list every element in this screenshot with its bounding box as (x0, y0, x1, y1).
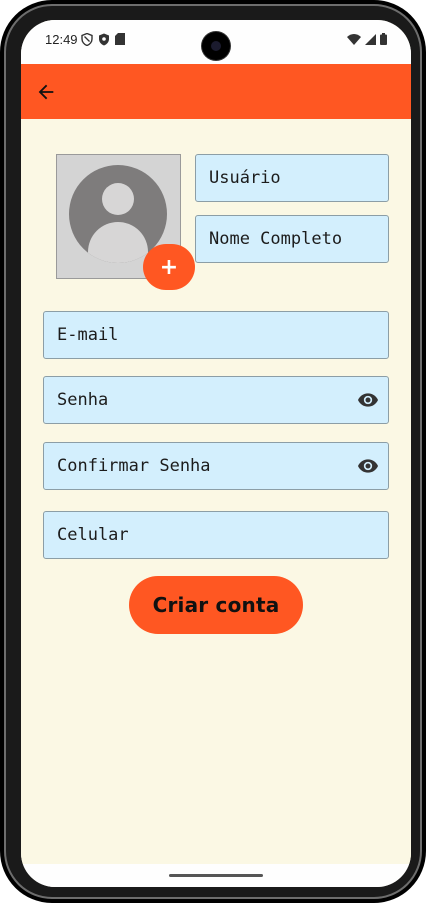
fullname-input[interactable] (196, 216, 388, 262)
wifi-icon (347, 33, 361, 45)
password-field[interactable] (43, 376, 389, 424)
password-input[interactable] (44, 377, 388, 423)
front-camera (202, 32, 230, 60)
add-photo-button[interactable]: + (143, 244, 195, 290)
username-input[interactable] (196, 155, 388, 201)
status-bar: 12:49 (21, 20, 411, 64)
status-time: 12:49 (45, 32, 78, 47)
confirm-password-input[interactable] (44, 443, 388, 489)
vpn-icon (99, 33, 109, 46)
app-bar (21, 64, 411, 119)
confirm-password-field[interactable] (43, 442, 389, 490)
username-field[interactable] (195, 154, 389, 202)
fullname-field[interactable] (195, 215, 389, 263)
phone-field[interactable] (43, 511, 389, 559)
shield-icon (81, 33, 93, 46)
signup-form: + Usuário Nome Completo E-mail Celular C… (21, 119, 411, 864)
eye-icon[interactable] (358, 458, 378, 474)
create-account-button[interactable]: Criar conta (129, 576, 303, 634)
sim-card-icon (115, 33, 125, 45)
arrow-left-icon[interactable] (35, 81, 57, 103)
email-input[interactable] (44, 312, 388, 358)
phone-frame: 12:49 + Usuário Nome Completo E-mail Cel… (0, 0, 426, 903)
phone-input[interactable] (44, 512, 388, 558)
eye-icon[interactable] (358, 392, 378, 408)
email-field[interactable] (43, 311, 389, 359)
screen: 12:49 + Usuário Nome Completo E-mail Cel… (21, 20, 411, 887)
battery-icon (380, 33, 387, 45)
navigation-bar (21, 864, 411, 887)
home-gesture-handle[interactable] (169, 874, 263, 877)
signal-icon (365, 33, 376, 45)
